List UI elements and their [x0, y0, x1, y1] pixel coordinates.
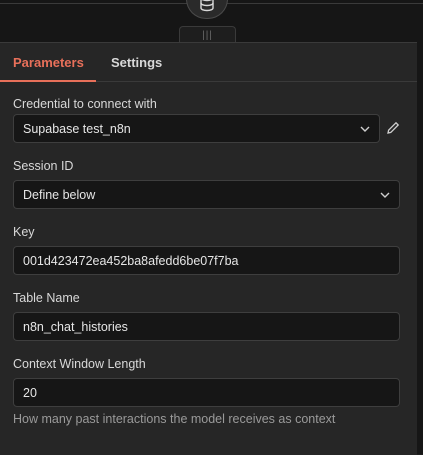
credential-value: Supabase test_n8n: [23, 121, 131, 136]
session-id-select[interactable]: Define below: [13, 180, 400, 209]
credential-select[interactable]: Supabase test_n8n: [13, 114, 380, 143]
session-id-value: Define below: [23, 187, 96, 202]
pencil-icon[interactable]: [385, 120, 401, 136]
context-window-value: 20: [23, 385, 37, 400]
context-window-input[interactable]: 20: [13, 378, 400, 407]
database-icon: [200, 0, 214, 12]
key-label: Key: [13, 225, 35, 239]
context-window-hint: How many past interactions the model rec…: [13, 412, 336, 426]
panel-drag-handle[interactable]: |||: [179, 26, 236, 43]
context-window-label: Context Window Length: [13, 357, 146, 371]
panel-tabs: Parameters Settings: [0, 43, 417, 82]
key-input[interactable]: 001d423472ea452ba8afedd6be07f7ba: [13, 246, 400, 275]
chevron-down-icon: [380, 192, 390, 198]
node-parameters-panel: Parameters Settings Credential to connec…: [0, 42, 417, 455]
table-name-value: n8n_chat_histories: [23, 319, 128, 334]
credential-label: Credential to connect with: [13, 97, 157, 111]
table-name-input[interactable]: n8n_chat_histories: [13, 312, 400, 341]
chevron-down-icon: [360, 126, 370, 132]
key-value: 001d423472ea452ba8afedd6be07f7ba: [23, 253, 239, 268]
table-name-label: Table Name: [13, 291, 80, 305]
panel-scrollbar[interactable]: [417, 42, 423, 454]
canvas-top-strip: |||: [0, 0, 423, 43]
database-node[interactable]: [186, 0, 228, 19]
session-id-label: Session ID: [13, 159, 74, 173]
drag-handle-icon: |||: [202, 29, 213, 41]
tab-parameters[interactable]: Parameters: [0, 55, 96, 82]
tab-settings[interactable]: Settings: [111, 55, 162, 81]
